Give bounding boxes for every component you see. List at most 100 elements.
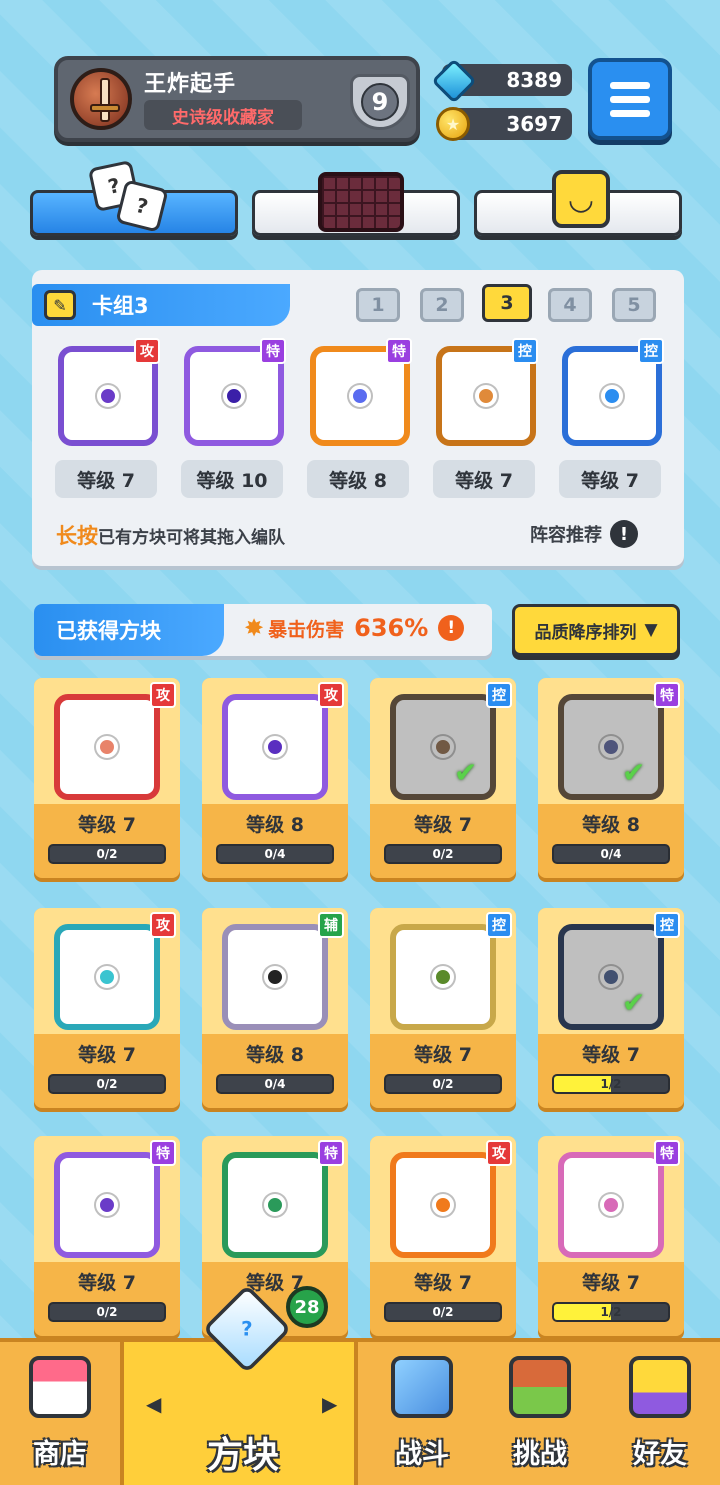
block-type-tag: 辅 xyxy=(318,912,344,938)
block-core xyxy=(223,385,245,407)
block-core xyxy=(264,1194,286,1216)
owned-block-card[interactable]: 控等级 7 0/2 xyxy=(370,908,516,1108)
menu-line xyxy=(610,95,650,103)
lineup-recommend-button[interactable]: 阵容推荐 ! xyxy=(530,520,638,548)
block-level: 等级 7 xyxy=(433,460,535,498)
equipped-check-icon: ✔ xyxy=(622,986,646,1019)
info-icon: ! xyxy=(610,520,638,548)
rank-badge: 9 xyxy=(350,74,410,130)
menu-button[interactable] xyxy=(588,58,672,140)
progress-text: 0/2 xyxy=(96,1305,118,1319)
deck-tab-1[interactable]: 1 xyxy=(356,288,400,322)
owned-block-card[interactable]: 辅等级 8 0/4 xyxy=(202,908,348,1108)
block-level: 等级 8 xyxy=(582,814,640,836)
crit-info-icon: ! xyxy=(438,615,465,641)
owned-block-card[interactable]: 攻等级 7 0/2 xyxy=(370,1136,516,1336)
upgrade-progress: 0/4 xyxy=(216,844,334,864)
block-level: 等级 7 xyxy=(78,1044,136,1066)
hint-text: 已有方块可将其拖入编队 xyxy=(98,528,285,548)
block-level: 等级 7 xyxy=(559,460,661,498)
sword-icon xyxy=(100,78,110,122)
owned-block-card[interactable]: 特等级 7 1/2 xyxy=(538,1136,684,1336)
profile-card[interactable]: 王炸起手 史诗级收藏家 9 xyxy=(54,56,420,142)
deck-slot[interactable]: 控等级 7 xyxy=(552,336,672,506)
owned-block-card[interactable]: 特 ✔ 等级 8 0/4 xyxy=(538,678,684,878)
equipped-check-icon: ✔ xyxy=(454,756,478,789)
block-tile xyxy=(390,924,496,1030)
deck-slot[interactable]: 特等级 8 xyxy=(300,336,420,506)
gem-counter[interactable]: 8389 xyxy=(431,58,572,104)
edit-pencil-icon[interactable]: ✎ xyxy=(44,290,76,320)
progress-text: 1/2 xyxy=(600,1077,622,1091)
upgrade-progress: 0/2 xyxy=(48,844,166,864)
deck-tab-4[interactable]: 4 xyxy=(548,288,592,322)
deck-slot[interactable]: 特等级 10 xyxy=(174,336,294,506)
owned-block-card[interactable]: 攻等级 7 0/2 xyxy=(34,678,180,878)
burst-icon: ✸ xyxy=(244,614,265,642)
block-level: 等级 7 xyxy=(582,1272,640,1294)
progress-text: 0/2 xyxy=(432,847,454,861)
crit-damage-stat[interactable]: ✸ 暴击伤害 636% ! xyxy=(244,614,465,642)
owned-header: 已获得方块 ✸ 暴击伤害 636% ! xyxy=(34,604,492,656)
nav-challenge[interactable]: 挑战 xyxy=(480,1342,600,1485)
block-type-tag: 攻 xyxy=(134,338,160,364)
sword-guard xyxy=(90,104,120,112)
block-level: 等级 7 xyxy=(582,1044,640,1066)
deck-slot[interactable]: 攻等级 7 xyxy=(48,336,168,506)
owned-block-card[interactable]: 攻等级 8 0/4 xyxy=(202,678,348,878)
sort-dropdown[interactable]: 品质降序排列 ▼ xyxy=(512,604,680,656)
block-tile xyxy=(390,1152,496,1258)
owned-block-card[interactable]: 特等级 7 0/2 xyxy=(34,1136,180,1336)
nav-shop[interactable]: 商店 xyxy=(0,1342,120,1485)
block-type-tag: 攻 xyxy=(150,912,176,938)
upgrade-progress: 1/2 xyxy=(552,1074,670,1094)
block-level: 等级 7 xyxy=(414,1044,472,1066)
coin-counter[interactable]: 3697 ★ xyxy=(434,106,572,142)
menu-line xyxy=(610,109,650,117)
nav-friends-label: 好友 xyxy=(633,1439,687,1470)
block-core xyxy=(96,736,118,758)
crit-value: 636% xyxy=(354,614,429,642)
block-tile xyxy=(222,924,328,1030)
upgrade-progress: 0/2 xyxy=(48,1302,166,1322)
block-tile xyxy=(54,924,160,1030)
nav-shop-label: 商店 xyxy=(33,1439,87,1470)
rank-number: 9 xyxy=(361,83,399,121)
smiley-icon: ◡ xyxy=(552,170,610,228)
deck-tab-5[interactable]: 5 xyxy=(612,288,656,322)
crit-label: 暴击伤害 xyxy=(268,618,345,641)
drag-hint: 长按已有方块可将其拖入编队 xyxy=(56,520,285,550)
nav-battle[interactable]: 战斗 xyxy=(362,1342,482,1485)
avatar[interactable] xyxy=(70,68,132,130)
deck-slot[interactable]: 控等级 7 xyxy=(426,336,546,506)
castle-gate-icon xyxy=(509,1356,571,1418)
next-arrow-icon[interactable]: ▶ xyxy=(322,1392,337,1416)
deck-tab-3[interactable]: 3 xyxy=(482,284,532,322)
bottom-nav: 商店 ◀ ▶ 方块 战斗 挑战 好友 xyxy=(0,1338,720,1485)
nav-friends[interactable]: 好友 xyxy=(600,1342,720,1485)
upgrade-progress: 1/2 xyxy=(552,1302,670,1322)
block-level: 等级 8 xyxy=(246,1044,304,1066)
block-level: 等级 7 xyxy=(55,460,157,498)
block-type-tag: 特 xyxy=(318,1140,344,1166)
owned-block-card[interactable]: 控 ✔ 等级 7 1/2 xyxy=(538,908,684,1108)
owned-block-card[interactable]: 控 ✔ 等级 7 0/2 xyxy=(370,678,516,878)
block-core xyxy=(432,736,454,758)
deck-tab-2[interactable]: 2 xyxy=(420,288,464,322)
block-core xyxy=(264,736,286,758)
player-title: 史诗级收藏家 xyxy=(144,100,302,130)
block-type-tag: 攻 xyxy=(486,1140,512,1166)
block-type-tag: 特 xyxy=(150,1140,176,1166)
equipped-check-icon: ✔ xyxy=(622,756,646,789)
upgrade-progress: 0/2 xyxy=(384,1074,502,1094)
block-core xyxy=(475,385,497,407)
block-type-tag: 特 xyxy=(654,1140,680,1166)
block-level: 等级 7 xyxy=(78,814,136,836)
sword-shield-icon xyxy=(391,1356,453,1418)
nav-battle-label: 战斗 xyxy=(395,1439,449,1470)
progress-text: 0/2 xyxy=(96,1077,118,1091)
block-core xyxy=(96,966,118,988)
owned-block-card[interactable]: 攻等级 7 0/2 xyxy=(34,908,180,1108)
prev-arrow-icon[interactable]: ◀ xyxy=(146,1392,161,1416)
deck-panel: 卡组3 ✎ 1 2 3 4 5 攻等级 7 特等级 10 特等级 8 控等级 7 控等级… xyxy=(32,270,684,566)
